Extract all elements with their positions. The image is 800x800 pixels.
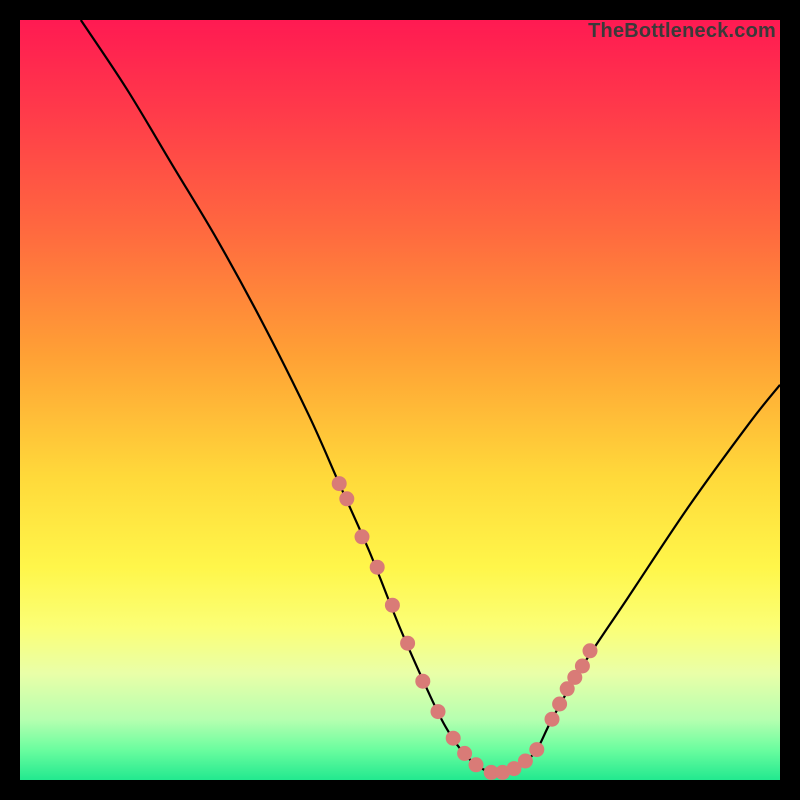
highlight-dot: [575, 659, 590, 674]
highlight-dot: [446, 731, 461, 746]
highlight-dot: [583, 643, 598, 658]
highlight-dot: [457, 746, 472, 761]
highlight-dot: [469, 757, 484, 772]
highlight-dot: [385, 598, 400, 613]
chart-svg: [20, 20, 780, 780]
chart-frame: TheBottleneck.com: [20, 20, 780, 780]
highlight-dot: [552, 697, 567, 712]
highlight-dot: [415, 674, 430, 689]
highlight-dot: [332, 476, 347, 491]
highlight-dot: [400, 636, 415, 651]
highlight-dot: [529, 742, 544, 757]
highlight-dot: [339, 491, 354, 506]
highlight-dot: [518, 754, 533, 769]
highlight-dot: [355, 529, 370, 544]
highlight-dot: [431, 704, 446, 719]
highlight-dots-group: [332, 476, 598, 780]
bottleneck-curve: [81, 20, 780, 773]
highlight-dot: [370, 560, 385, 575]
highlight-dot: [545, 712, 560, 727]
